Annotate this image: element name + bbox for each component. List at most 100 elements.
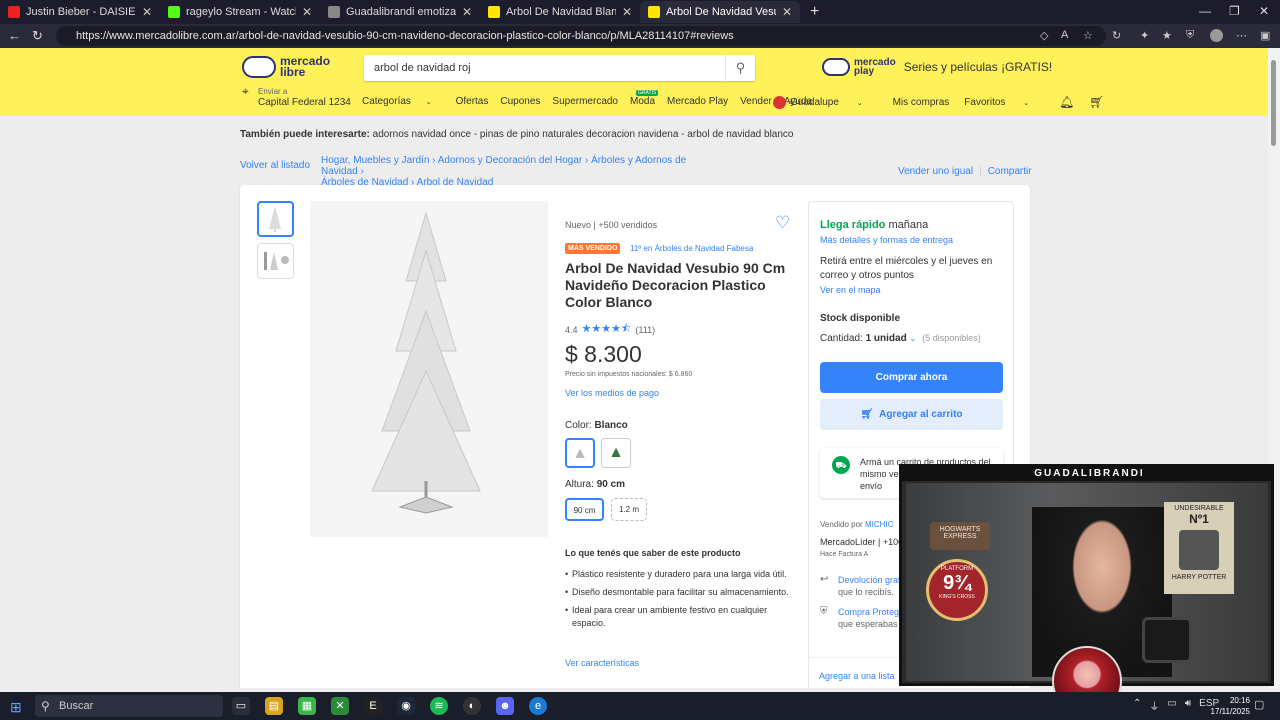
- usb-icon[interactable]: ⏚: [1149, 698, 1159, 713]
- profile-avatar[interactable]: [1210, 29, 1223, 42]
- location-value: Capital Federal 1234: [258, 97, 351, 108]
- browser-tab[interactable]: Guadalibrandi emotizas - 7TV ✕: [320, 1, 480, 23]
- chevron-up-icon[interactable]: ⌃: [1133, 698, 1141, 713]
- tag-icon[interactable]: ◇: [1040, 29, 1048, 42]
- product-condition: Nuevo | +500 vendidos: [565, 220, 658, 230]
- shipping-location[interactable]: ⌖ Enviar a Capital Federal 1234: [242, 85, 351, 108]
- read-aloud-icon[interactable]: A: [1061, 29, 1068, 41]
- shield-icon[interactable]: ⛨: [1186, 29, 1194, 42]
- favorites-icon[interactable]: ★: [1162, 29, 1172, 42]
- bell-icon[interactable]: 🔔︎: [1059, 95, 1074, 109]
- quantity-selector[interactable]: Cantidad: 1 unidad ⌄ (5 disponibles): [820, 333, 981, 344]
- color-option-white[interactable]: ▲: [565, 438, 595, 468]
- epic-games-icon[interactable]: E: [364, 697, 382, 715]
- color-option-green[interactable]: ▲: [601, 438, 631, 468]
- buy-now-button[interactable]: Comprar ahora: [820, 362, 1003, 393]
- favorite-star-icon[interactable]: ☆: [1083, 29, 1093, 42]
- back-to-list-link[interactable]: Volver al listado: [240, 160, 310, 171]
- height-label: Altura: 90 cm: [565, 479, 626, 490]
- nav-cupones[interactable]: Cupones: [500, 96, 540, 107]
- windows-taskbar: ⊞ ⚲ Buscar ▭ ▤ ▦ ✕ E ◉ ≋ ◐ ☻ e ⌃ ⏚ ▭ 🔊︎ E…: [0, 692, 1280, 720]
- refresh-icon[interactable]: ↻: [32, 28, 43, 44]
- height-option-90cm[interactable]: 90 cm: [565, 498, 604, 521]
- category-rank-link[interactable]: 11º en Árboles de Navidad Fabesa: [630, 244, 753, 253]
- sidebar-icon[interactable]: ▣: [1260, 29, 1270, 42]
- mercado-play-banner[interactable]: mercado play Series y películas ¡GRATIS!: [822, 58, 1052, 77]
- new-tab-button[interactable]: +: [810, 3, 819, 21]
- heart-icon[interactable]: ♡: [775, 213, 790, 233]
- share-link[interactable]: Compartir: [988, 166, 1032, 177]
- cart-icon[interactable]: 🛒︎: [1089, 95, 1104, 109]
- browser-tab[interactable]: rageylo Stream - Watch Live ✕: [160, 1, 320, 23]
- browser-tab[interactable]: Arbol De Navidad Blanco | Merca ✕: [480, 1, 640, 23]
- related-items[interactable]: adornos navidad once - pinas de pino nat…: [373, 129, 794, 140]
- thumbnail-tree-parts[interactable]: [257, 243, 294, 279]
- nav-categorias[interactable]: Categorías ⌄: [362, 96, 444, 107]
- widgets-icon[interactable]: ▦: [298, 697, 316, 715]
- browser-tab-active[interactable]: Arbol De Navidad Vesubio 90 Cm ✕: [640, 1, 800, 23]
- close-tab-icon[interactable]: ✕: [142, 5, 152, 19]
- close-tab-icon[interactable]: ✕: [462, 5, 472, 19]
- nav-supermercado[interactable]: Supermercado: [552, 96, 618, 107]
- nav-vender[interactable]: Vender: [740, 96, 772, 107]
- close-tab-icon[interactable]: ✕: [622, 5, 632, 19]
- add-to-cart-button[interactable]: 🛒︎ Agregar al carrito: [820, 399, 1003, 430]
- tab-title: Justin Bieber - DAISIES (Audi: [26, 6, 136, 18]
- browser-tab[interactable]: Justin Bieber - DAISIES (Audi ✕: [0, 1, 160, 23]
- notification-icon[interactable]: ▢: [1254, 698, 1264, 711]
- height-option-1-2m[interactable]: 1.2 m: [611, 498, 647, 521]
- mplay-logo-text: play: [854, 66, 875, 77]
- user-menu: Guadalupe ⌄ Mis compras Favoritos ⌄ 🔔︎ 🛒…: [773, 95, 1120, 109]
- nav-moda[interactable]: Moda: [630, 96, 655, 107]
- more-options-icon[interactable]: ⋯: [1236, 29, 1247, 42]
- user-account[interactable]: Guadalupe ⌄: [773, 95, 878, 109]
- mercadolibre-logo[interactable]: mercado libre: [242, 55, 330, 78]
- search-button[interactable]: ⚲: [725, 55, 755, 81]
- taskbar-search[interactable]: ⚲ Buscar: [35, 695, 223, 717]
- tab-title: Arbol De Navidad Vesubio 90 Cm: [666, 6, 776, 18]
- system-clock[interactable]: 20:16 17/11/2025: [1200, 695, 1250, 717]
- thumbnail-white-tree[interactable]: [257, 201, 294, 237]
- minimize-icon[interactable]: —: [1199, 4, 1211, 18]
- windows-start-icon[interactable]: ⊞: [10, 699, 22, 716]
- chevron-down-icon: ⌄: [909, 334, 917, 343]
- favorites-link[interactable]: Favoritos ⌄: [964, 97, 1044, 108]
- breadcrumb-line[interactable]: Hogar, Muebles y Jardín › Adornos y Deco…: [321, 155, 721, 177]
- product-price: $ 8.300: [565, 341, 642, 367]
- shipping-details-link[interactable]: Más detalles y formas de entrega: [820, 235, 953, 245]
- view-features-link[interactable]: Ver características: [565, 658, 639, 668]
- view-map-link[interactable]: Ver en el mapa: [820, 285, 881, 295]
- nav-mercado-play[interactable]: Mercado Play: [667, 96, 728, 107]
- product-main-image[interactable]: [310, 201, 548, 537]
- close-tab-icon[interactable]: ✕: [782, 5, 792, 19]
- volume-icon[interactable]: 🔊︎: [1185, 698, 1191, 713]
- payment-methods-link[interactable]: Ver los medios de pago: [565, 388, 659, 398]
- file-explorer-icon[interactable]: ▤: [265, 697, 283, 715]
- steam-icon[interactable]: ◉: [397, 697, 415, 715]
- refresh-extension-icon[interactable]: ↻: [1112, 29, 1121, 42]
- best-seller-badge: MÁS VENDIDO: [565, 243, 621, 254]
- extension-icon[interactable]: ✦: [1140, 29, 1149, 42]
- task-view-icon[interactable]: ▭: [232, 697, 250, 715]
- sell-same-link[interactable]: Vender uno igual: [898, 166, 973, 177]
- seller-link[interactable]: MICHIC: [865, 520, 893, 529]
- spotify-icon[interactable]: ≋: [430, 697, 448, 715]
- add-to-list-link[interactable]: Agregar a una lista: [819, 671, 895, 681]
- nav-ofertas[interactable]: Ofertas: [456, 96, 489, 107]
- close-window-icon[interactable]: ✕: [1259, 4, 1269, 18]
- back-icon[interactable]: ←: [8, 28, 21, 43]
- maximize-icon[interactable]: ❐: [1229, 4, 1240, 18]
- close-tab-icon[interactable]: ✕: [302, 5, 312, 19]
- search-input[interactable]: arbol de navidad roj ⚲: [364, 55, 755, 81]
- discord-icon[interactable]: ☻: [496, 697, 514, 715]
- product-rating[interactable]: 4.4 ★★★★⯪ (111): [565, 320, 655, 339]
- my-purchases-link[interactable]: Mis compras: [893, 97, 950, 108]
- obs-icon[interactable]: ◐: [463, 697, 481, 715]
- url-input[interactable]: https://www.mercadolibre.com.ar/arbol-de…: [56, 26, 1106, 46]
- edge-icon[interactable]: e: [529, 697, 547, 715]
- rating-value: 4.4: [565, 324, 578, 335]
- network-icon[interactable]: ▭: [1167, 698, 1176, 713]
- scrollbar-thumb[interactable]: [1271, 60, 1276, 146]
- xbox-icon[interactable]: ✕: [331, 697, 349, 715]
- white-christmas-tree-image: [371, 211, 481, 514]
